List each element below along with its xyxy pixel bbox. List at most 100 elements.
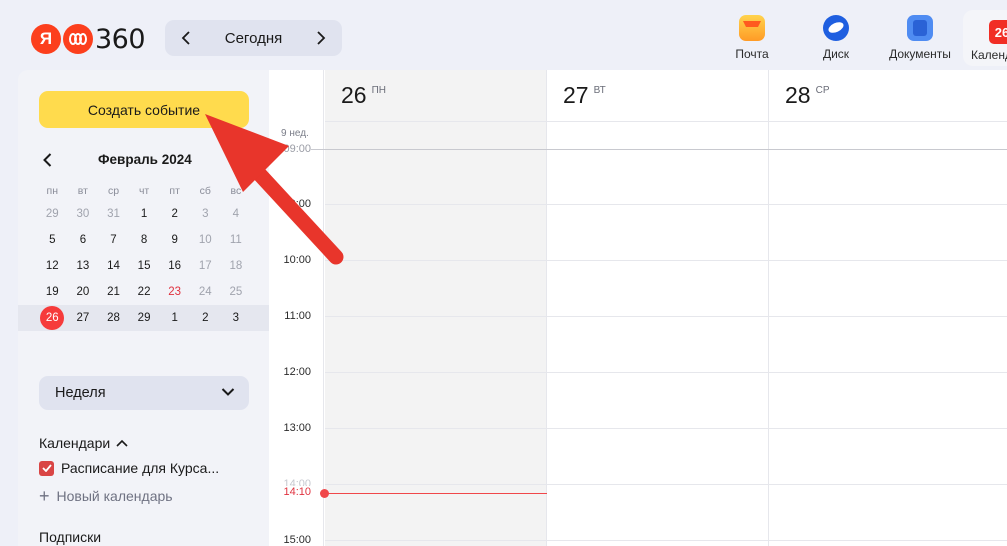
mini-calendar-day[interactable]: 21 <box>98 286 129 298</box>
hour-line <box>325 372 1007 373</box>
mini-calendar-day[interactable]: 14 <box>98 260 129 272</box>
mini-calendar-prev-button[interactable] <box>40 152 54 168</box>
mini-calendar-day[interactable]: 4 <box>221 208 252 220</box>
subscriptions-title[interactable]: Подписки <box>39 529 101 545</box>
calendar-checkbox[interactable] <box>39 460 54 476</box>
logo-text: 360 <box>95 23 146 55</box>
calendar-item[interactable]: Расписание для Курса... <box>39 460 219 476</box>
mini-calendar-day[interactable]: 7 <box>98 234 129 246</box>
time-column <box>269 70 324 546</box>
mini-calendar-day[interactable]: 12 <box>37 260 68 272</box>
mini-calendar-day[interactable]: 2 <box>159 208 190 220</box>
hour-label: 10:00 <box>269 254 311 266</box>
mini-calendar-weekdays: пн вт ср чт пт сб вс <box>37 181 269 201</box>
hour-line <box>325 316 1007 317</box>
hour-label: 9:00 <box>269 198 311 210</box>
mini-calendar-day[interactable]: 15 <box>129 260 160 272</box>
mini-calendar-day[interactable]: 19 <box>37 286 68 298</box>
mini-calendar-month: Февраль 2024 <box>98 152 192 167</box>
mini-calendar-day[interactable]: 6 <box>68 234 99 246</box>
mini-calendar-day[interactable]: 9 <box>159 234 190 246</box>
mini-calendar-header: Февраль 2024 <box>18 150 269 170</box>
mini-calendar-day[interactable]: 16 <box>159 260 190 272</box>
hour-line <box>325 428 1007 429</box>
current-time-label: 14:10 <box>269 486 311 498</box>
today-button[interactable]: Сегодня <box>207 30 300 47</box>
header-separator <box>325 121 1007 122</box>
new-calendar-button[interactable]: + Новый календарь <box>39 487 173 505</box>
mini-calendar-day[interactable]: 5 <box>37 234 68 246</box>
day-header[interactable]: 28 СР <box>785 82 830 109</box>
mini-calendar-day[interactable]: 8 <box>129 234 160 246</box>
mini-calendar-day[interactable]: 13 <box>68 260 99 272</box>
view-mode-select[interactable]: Неделя <box>39 376 249 410</box>
week-number: 9 нед. <box>281 128 309 139</box>
day-column-wed[interactable]: 28 СР <box>769 70 1007 546</box>
hour-line <box>325 260 1007 261</box>
app-docs[interactable]: Документы <box>888 10 952 66</box>
weekday-label: пн <box>46 185 59 197</box>
sidebar: Создать событие Февраль 2024 пн вт ср чт… <box>18 70 269 546</box>
calendar-app-icon: 26 <box>989 20 1007 44</box>
hour-line <box>325 540 1007 541</box>
mini-calendar-day[interactable]: 1 <box>159 312 190 324</box>
hour-line <box>325 204 1007 205</box>
hour-label: 11:00 <box>269 310 311 322</box>
hour-label: 12:00 <box>269 366 311 378</box>
mini-calendar-week: 29 30 31 1 2 3 4 <box>37 201 269 227</box>
today-marker: 26 <box>40 306 65 330</box>
day-header[interactable]: 27 ВТ <box>563 82 606 109</box>
app-calendar-label: Календарь <box>971 48 1007 62</box>
calendars-title: Календари <box>39 435 111 451</box>
app-mail[interactable]: Почта <box>720 10 784 66</box>
app-docs-label: Документы <box>889 47 951 61</box>
disk-icon <box>823 15 849 41</box>
mini-calendar-day[interactable]: 27 <box>68 312 99 324</box>
mini-calendar-day[interactable]: 22 <box>129 286 160 298</box>
mini-calendar-day[interactable]: 2 <box>190 312 221 324</box>
yandex-360-logo[interactable]: Я 360 <box>31 23 146 55</box>
hour-line <box>325 484 1007 485</box>
create-event-button[interactable]: Создать событие <box>39 91 249 128</box>
mini-calendar-day[interactable]: 10 <box>190 234 221 246</box>
mini-calendar-week: 12 13 14 15 16 17 18 <box>37 253 269 279</box>
mini-calendar-day[interactable]: 17 <box>190 260 221 272</box>
mini-calendar-day[interactable]: 20 <box>68 286 99 298</box>
app-disk-label: Диск <box>822 47 850 61</box>
docs-icon <box>907 15 933 41</box>
day-column-mon[interactable]: 26 ПН <box>325 70 547 546</box>
mini-calendar-current-week: 26 27 28 29 1 2 3 <box>18 305 269 331</box>
mini-calendar-day[interactable]: 3 <box>221 312 252 324</box>
next-period-button[interactable] <box>300 20 342 56</box>
all-day-separator <box>269 149 1007 150</box>
mini-calendar-day[interactable]: 25 <box>221 286 252 298</box>
logo-ya-icon: Я <box>31 24 61 54</box>
day-column-tue[interactable]: 27 ВТ <box>547 70 769 546</box>
app-calendar[interactable]: 26 Календарь <box>963 10 1007 66</box>
mini-calendar-day[interactable]: 24 <box>190 286 221 298</box>
chevron-left-icon <box>181 31 190 45</box>
weekday-label: чт <box>138 185 150 197</box>
mini-calendar-day[interactable]: 18 <box>221 260 252 272</box>
calendars-section-toggle[interactable]: Календари <box>39 435 128 451</box>
mini-calendar-day[interactable]: 11 <box>221 234 252 246</box>
mini-calendar-day[interactable]: 3 <box>190 208 221 220</box>
mini-calendar-day[interactable]: 29 <box>37 208 68 220</box>
date-navigation: Сегодня <box>165 20 342 56</box>
chevron-right-icon <box>317 31 326 45</box>
mini-calendar-day[interactable]: 28 <box>98 312 129 324</box>
hour-label: 15:00 <box>269 534 311 546</box>
mini-calendar-day[interactable]: 30 <box>68 208 99 220</box>
mini-calendar-day-today[interactable]: 26 <box>37 306 68 330</box>
mini-calendar-day[interactable]: 29 <box>129 312 160 324</box>
day-weekday: СР <box>815 85 830 96</box>
mini-calendar-day[interactable]: 31 <box>98 208 129 220</box>
app-disk[interactable]: Диск <box>804 10 868 66</box>
day-header[interactable]: 26 ПН <box>341 82 386 109</box>
chevron-left-icon <box>42 153 51 167</box>
prev-period-button[interactable] <box>165 20 207 56</box>
mini-calendar-day-holiday[interactable]: 23 <box>159 286 190 298</box>
mini-calendar-day[interactable]: 1 <box>129 208 160 220</box>
app-mail-label: Почта <box>735 47 769 61</box>
chevron-up-icon <box>116 439 128 447</box>
